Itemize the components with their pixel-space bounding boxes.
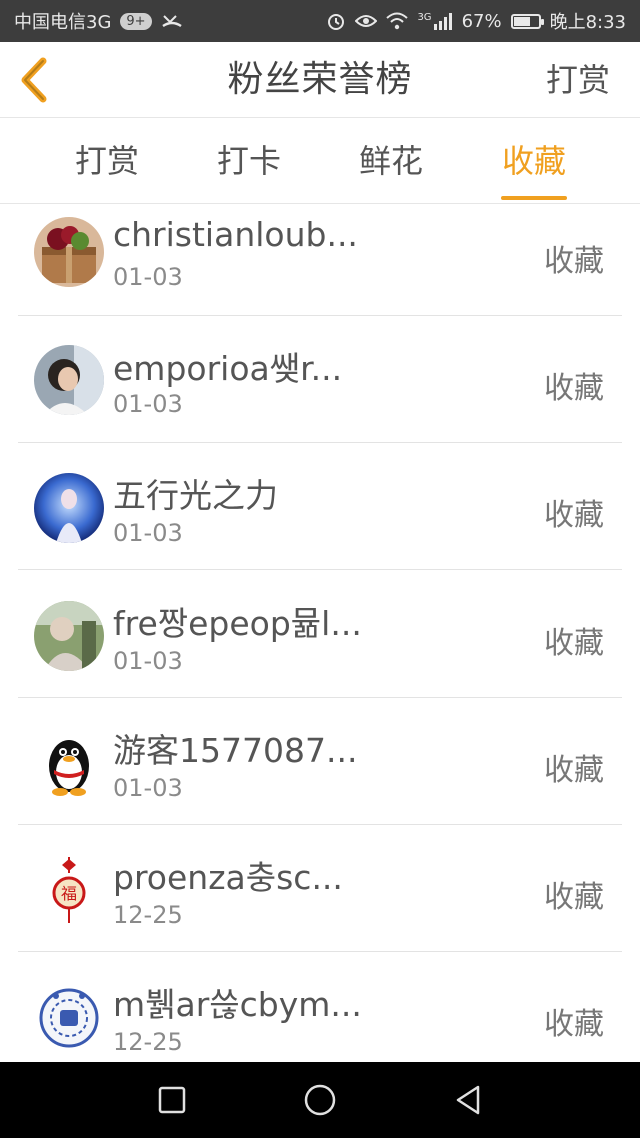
username: proenza충sc... bbox=[113, 858, 343, 897]
svg-text:福: 福 bbox=[61, 884, 77, 903]
date: 12-25 bbox=[113, 901, 183, 929]
list-item[interactable]: m뷁ar쓶cbym... 12-25 收藏 bbox=[18, 952, 622, 1062]
favorite-action[interactable]: 收藏 bbox=[544, 236, 604, 280]
network-type-label: 3G bbox=[417, 12, 432, 23]
recent-apps-button[interactable] bbox=[155, 1083, 189, 1117]
date: 01-03 bbox=[113, 774, 183, 802]
favorite-action[interactable]: 收藏 bbox=[544, 618, 604, 662]
date: 01-03 bbox=[113, 263, 183, 291]
username: m뷁ar쓶cbym... bbox=[113, 985, 362, 1024]
tab-reward[interactable]: 打赏 bbox=[52, 118, 162, 204]
gift-box-avatar[interactable] bbox=[34, 217, 104, 287]
tab-favorites[interactable]: 收藏 bbox=[479, 118, 589, 204]
username: fre짱epeop뮮l... bbox=[113, 604, 362, 643]
favorite-action[interactable]: 收藏 bbox=[544, 999, 604, 1043]
notification-badge: 9+ bbox=[120, 12, 152, 30]
triangle-back-icon bbox=[456, 1085, 480, 1115]
favorite-action[interactable]: 收藏 bbox=[544, 363, 604, 407]
list-item[interactable]: fre짱epeop뮮l... 01-03 收藏 bbox=[18, 571, 622, 698]
list-item[interactable]: christianloub... 01-03 收藏 bbox=[18, 204, 622, 316]
system-nav-bar bbox=[0, 1062, 640, 1138]
signal-icon: 3G bbox=[417, 12, 452, 30]
username: christianloub... bbox=[113, 215, 358, 254]
tab-label: 打赏 bbox=[74, 142, 139, 180]
tab-bar: 打赏 打卡 鲜花 收藏 bbox=[0, 118, 640, 204]
fu-knot-avatar[interactable]: 福 bbox=[34, 855, 104, 925]
wifi-icon bbox=[386, 12, 409, 30]
home-button[interactable] bbox=[303, 1083, 337, 1117]
favorite-action[interactable]: 收藏 bbox=[544, 745, 604, 789]
list-item[interactable]: emporioa쌪r... 01-03 收藏 bbox=[18, 316, 622, 443]
list-item[interactable]: 五行光之力 01-03 收藏 bbox=[18, 443, 622, 570]
clock: 晚上8:33 bbox=[549, 12, 626, 33]
favorite-action[interactable]: 收藏 bbox=[544, 872, 604, 916]
battery-percent: 67% bbox=[461, 10, 502, 32]
username: 五行光之力 bbox=[113, 476, 278, 515]
active-tab-indicator bbox=[501, 196, 567, 200]
tab-checkin[interactable]: 打卡 bbox=[194, 118, 304, 204]
list-item[interactable]: 游客1577087... 01-03 收藏 bbox=[18, 698, 622, 825]
header: 粉丝荣誉榜 打赏 bbox=[0, 42, 640, 118]
list-item[interactable]: 福 proenza충sc... 12-25 收藏 bbox=[18, 825, 622, 952]
date: 01-03 bbox=[113, 390, 183, 418]
square-icon bbox=[158, 1086, 186, 1114]
username: 游客1577087... bbox=[113, 731, 358, 770]
tab-label: 鲜花 bbox=[358, 142, 423, 180]
tab-label: 收藏 bbox=[501, 142, 566, 180]
page-title: 粉丝荣誉榜 bbox=[227, 59, 413, 100]
circle-icon bbox=[304, 1084, 336, 1116]
fantasy-character-avatar[interactable] bbox=[34, 473, 104, 543]
favorite-action[interactable]: 收藏 bbox=[544, 490, 604, 534]
date: 01-03 bbox=[113, 647, 183, 675]
tab-label: 打卡 bbox=[216, 142, 281, 180]
alarm-icon bbox=[326, 11, 346, 31]
carrier-label: 中国电信3G bbox=[14, 12, 112, 33]
reward-button[interactable]: 打赏 bbox=[546, 42, 610, 118]
username: emporioa쌪r... bbox=[113, 349, 343, 388]
outdoor-photo-avatar[interactable] bbox=[34, 601, 104, 671]
qq-penguin-avatar[interactable] bbox=[34, 728, 104, 798]
tab-flowers[interactable]: 鲜花 bbox=[336, 118, 446, 204]
battery-fill bbox=[513, 16, 530, 26]
status-bar: 中国电信3G 9+ 3G 67% 晚上8:33 bbox=[0, 0, 640, 42]
eye-icon bbox=[355, 13, 378, 29]
fan-list[interactable]: christianloub... 01-03 收藏 emporioa쌪r... … bbox=[0, 204, 640, 1062]
back-nav-button[interactable] bbox=[451, 1083, 485, 1117]
missed-call-icon bbox=[161, 12, 183, 30]
battery-icon bbox=[510, 13, 544, 29]
porcelain-avatar[interactable] bbox=[34, 982, 104, 1052]
girl-photo-avatar[interactable] bbox=[34, 345, 104, 415]
date: 01-03 bbox=[113, 519, 183, 547]
date: 12-25 bbox=[113, 1028, 183, 1056]
